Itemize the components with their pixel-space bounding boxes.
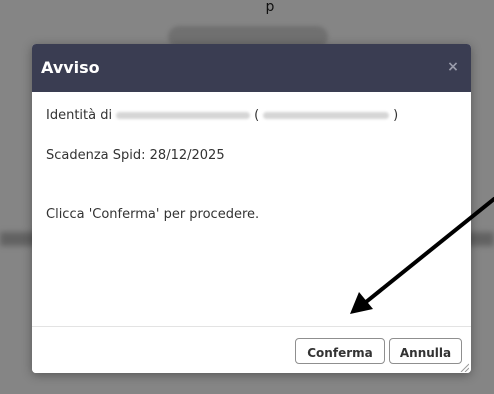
dialog-header: Avviso × <box>32 44 471 92</box>
redacted-fiscal-code <box>263 112 390 119</box>
instruction-text: Clicca 'Conferma' per procedere. <box>46 207 260 222</box>
spid-expiry-text: Scadenza Spid: 28/12/2025 <box>46 148 225 163</box>
dialog-body: Identità di() Scadenza Spid: 28/12/2025 … <box>32 92 471 326</box>
redacted-name <box>116 112 251 119</box>
resize-grip-icon[interactable] <box>459 362 469 372</box>
identity-close-paren: ) <box>393 108 399 123</box>
confirm-button[interactable]: Conferma <box>295 338 385 364</box>
dialog-title: Avviso <box>41 58 100 77</box>
dialog-footer: Conferma Annulla <box>32 326 471 373</box>
cancel-button[interactable]: Annulla <box>389 338 462 364</box>
notice-dialog: Avviso × Identità di () Scadenza Spid: 28… <box>32 44 471 373</box>
identity-prefix: Identità di <box>46 108 113 123</box>
close-icon[interactable]: × <box>445 59 461 75</box>
identity-line: Identità di () <box>46 108 398 124</box>
identity-open-paren: ( <box>254 108 260 123</box>
